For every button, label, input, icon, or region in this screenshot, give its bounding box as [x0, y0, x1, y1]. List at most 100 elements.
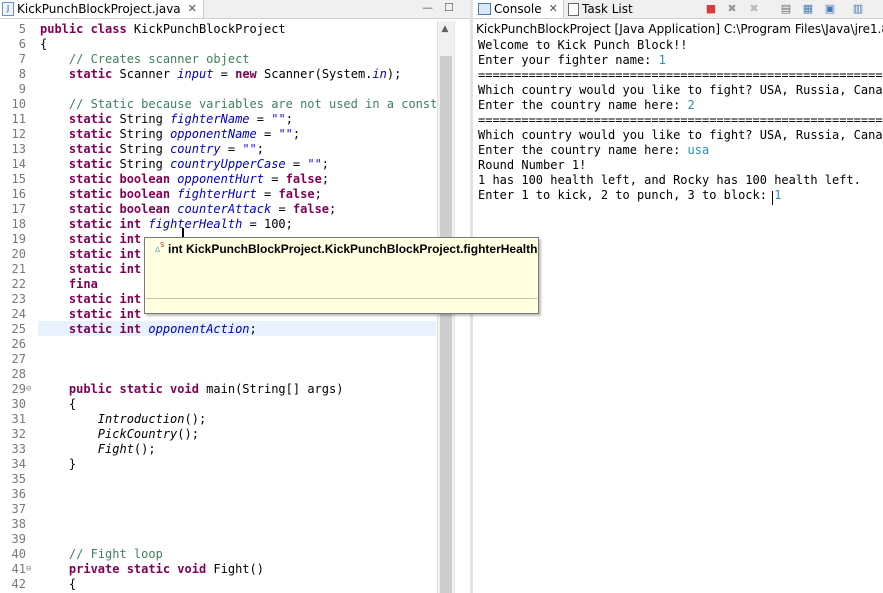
- line-number: 32: [11, 427, 26, 441]
- console-user-input: usa: [687, 143, 710, 157]
- code-line: }: [40, 457, 76, 472]
- line-number: 38: [11, 517, 26, 531]
- line-number: 21: [11, 262, 26, 276]
- console-line: Round Number 1!: [478, 158, 586, 173]
- scroll-lock-icon[interactable]: ▦: [800, 1, 816, 17]
- code-token: static int: [68, 292, 142, 306]
- static-field-icon: ▵S: [155, 241, 164, 254]
- console-text: ========================================…: [478, 113, 883, 127]
- line-number: 12: [11, 127, 26, 141]
- code-line: {: [40, 577, 76, 592]
- line-number: 7: [18, 52, 26, 66]
- minimize-icon[interactable]: —: [422, 1, 433, 14]
- tab-console[interactable]: Console ✕: [473, 0, 564, 18]
- code-token: false: [292, 202, 330, 216]
- code-token: counterAttack: [177, 202, 272, 216]
- code-token: ;: [314, 187, 322, 201]
- code-token: new: [235, 67, 257, 81]
- code-token: = 100;: [242, 217, 293, 231]
- code-token: opponentName: [170, 127, 257, 141]
- code-line: public static void main(String[] args): [40, 382, 344, 397]
- code-token: // Fight loop: [40, 547, 163, 561]
- console-text: Which country would you like to fight? U…: [478, 83, 883, 97]
- tab-task-list[interactable]: Task List: [563, 0, 638, 18]
- line-number: 24: [11, 307, 26, 321]
- code-line: static int: [40, 307, 141, 322]
- task-list-icon: [568, 2, 579, 16]
- editor-tab-kickpunchblockproject[interactable]: J KickPunchBlockProject.java ✕: [0, 0, 204, 18]
- remove-all-terminated-icon[interactable]: ✖: [746, 1, 762, 17]
- line-number: 16: [11, 187, 26, 201]
- code-token: static int: [68, 247, 142, 261]
- editor-tab-label: KickPunchBlockProject.java: [17, 2, 181, 16]
- code-token: Fight: [97, 442, 134, 456]
- console-icon: [478, 3, 491, 15]
- code-token: ();: [177, 427, 199, 441]
- maximize-icon[interactable]: ☐: [444, 1, 454, 14]
- line-number: 42: [11, 577, 26, 591]
- editor-scrollbar-thumb[interactable]: [440, 56, 452, 593]
- code-line: {: [40, 37, 47, 52]
- code-token: =: [256, 187, 279, 201]
- code-token: opponentAction: [148, 322, 250, 336]
- code-token: ;: [321, 157, 330, 171]
- tab-console-label: Console: [494, 2, 542, 16]
- fold-collapse-icon[interactable]: ⊖: [26, 562, 31, 577]
- code-token: "": [242, 142, 257, 156]
- code-line: static int: [40, 247, 141, 262]
- line-number: 11: [11, 112, 26, 126]
- code-token: "": [307, 157, 322, 171]
- console-output[interactable]: Welcome to Kick Punch Block!! Enter your …: [478, 38, 883, 593]
- line-number: 19: [11, 232, 26, 246]
- console-line: ========================================…: [478, 68, 883, 83]
- code-token: {: [40, 37, 48, 51]
- code-token: in: [372, 67, 387, 81]
- line-number: 41: [11, 562, 26, 576]
- code-line: Fight();: [40, 442, 156, 457]
- code-token: static: [68, 142, 113, 156]
- remove-launch-icon[interactable]: ✖: [724, 1, 740, 17]
- code-line: static boolean counterAttack = false;: [40, 202, 336, 217]
- console-line: Welcome to Kick Punch Block!!: [478, 38, 688, 53]
- code-token: static boolean: [68, 202, 171, 216]
- console-line: ========================================…: [478, 113, 883, 128]
- line-number: 9: [18, 82, 26, 96]
- code-line: static String countryUpperCase = "";: [40, 157, 329, 172]
- line-number: 13: [11, 142, 26, 156]
- java-file-icon: J: [2, 2, 14, 16]
- clear-console-icon[interactable]: ▤: [778, 1, 794, 17]
- line-number: 29: [11, 382, 26, 396]
- code-token: KickPunchBlockProject: [126, 22, 286, 36]
- code-token: }: [40, 457, 77, 471]
- code-line: static boolean opponentHurt = false;: [40, 172, 329, 187]
- code-token: ;: [285, 112, 293, 126]
- code-token: static int: [68, 307, 142, 321]
- code-token: ();: [133, 442, 156, 456]
- fold-collapse-icon[interactable]: ⊖: [26, 382, 31, 397]
- console-text: Enter 1 to kick, 2 to punch, 3 to block:: [478, 188, 775, 202]
- scroll-up-arrow-icon[interactable]: ▲: [438, 22, 452, 36]
- console-launch-header: KickPunchBlockProject [Java Application]…: [476, 22, 883, 36]
- code-token: static int: [68, 322, 142, 336]
- open-console-icon[interactable]: ▥: [850, 1, 866, 17]
- code-token: static boolean: [68, 172, 171, 186]
- code-token: String: [112, 157, 171, 171]
- console-line: Which country would you like to fight? U…: [478, 128, 883, 143]
- code-token: =: [220, 142, 243, 156]
- code-token: "": [278, 127, 293, 141]
- close-icon[interactable]: ✕: [549, 0, 558, 18]
- terminate-icon[interactable]: ■: [703, 1, 719, 17]
- close-icon[interactable]: ✕: [188, 0, 197, 18]
- pin-console-icon[interactable]: ▣: [822, 1, 838, 17]
- code-token: static: [68, 127, 113, 141]
- code-token: static int: [68, 217, 142, 231]
- console-text: Welcome to Kick Punch Block!!: [478, 38, 688, 52]
